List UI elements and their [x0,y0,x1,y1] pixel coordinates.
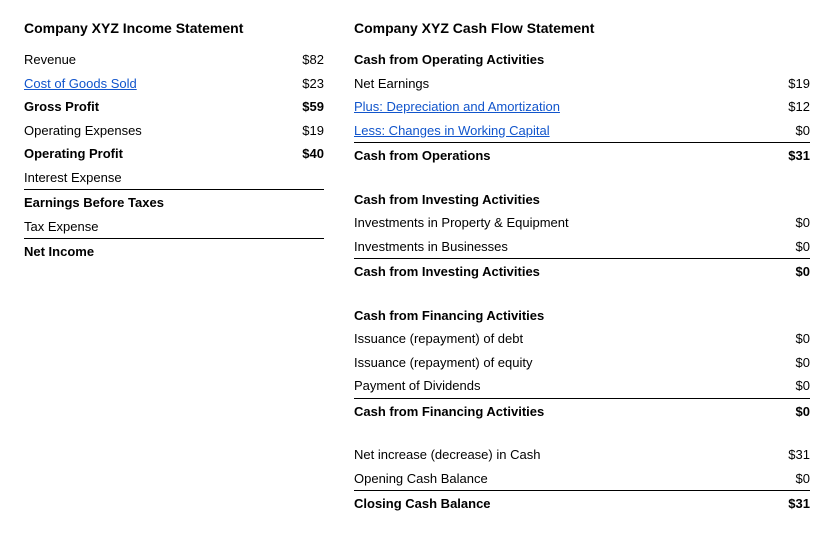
cashflow-row: Net increase (decrease) in Cash$31 [354,443,810,467]
cashflow-row: Less: Changes in Working Capital$0 [354,119,810,144]
cashflow-section: Cash from Financing ActivitiesIssuance (… [354,304,810,424]
cashflow-section: Cash from Investing ActivitiesInvestment… [354,188,810,284]
income-row: Tax Expense [24,215,324,240]
cashflow-row-label: Net Earnings [354,74,770,94]
income-row: Earnings Before Taxes [24,191,324,215]
income-row-label: Tax Expense [24,217,284,237]
cashflow-row: Cash from Financing Activities$0 [354,400,810,424]
income-row-value: $59 [284,97,324,117]
cashflow-row: Issuance (repayment) of equity$0 [354,351,810,375]
cashflow-row-label: Investments in Property & Equipment [354,213,770,233]
cashflow-row-label: Payment of Dividends [354,376,770,396]
cashflow-row: Issuance (repayment) of debt$0 [354,327,810,351]
cashflow-row-label: Cash from Investing Activities [354,262,770,282]
income-row-label: Cost of Goods Sold [24,74,284,94]
cashflow-row: Payment of Dividends$0 [354,374,810,399]
cashflow-row-value: $31 [770,494,810,514]
cashflow-section-heading: Cash from Investing Activities [354,188,810,212]
cashflow-row-label: Investments in Businesses [354,237,770,257]
cashflow-row-label: Cash from Operations [354,146,770,166]
cashflow-row-value: $0 [770,402,810,422]
cashflow-row: Cash from Operations$31 [354,144,810,168]
cashflow-row-value: $0 [770,262,810,282]
cashflow-section-heading: Cash from Operating Activities [354,48,810,72]
income-rows: Revenue$82Cost of Goods Sold$23Gross Pro… [24,48,324,264]
income-row-label: Interest Expense [24,168,284,188]
cashflow-row-value: $0 [770,329,810,349]
cashflow-row-value: $0 [770,121,810,141]
cashflow-row-value: $0 [770,469,810,489]
cashflow-row-label: Less: Changes in Working Capital [354,121,770,141]
cashflow-row-value: $31 [770,146,810,166]
cashflow-row: Opening Cash Balance$0 [354,467,810,492]
cashflow-section: Cash from Operating ActivitiesNet Earnin… [354,48,810,168]
income-row: Revenue$82 [24,48,324,72]
income-row: Net Income [24,240,324,264]
income-row-label: Operating Profit [24,144,284,164]
cashflow-title: Company XYZ Cash Flow Statement [354,20,810,36]
cashflow-row: Investments in Property & Equipment$0 [354,211,810,235]
cashflow-row-label: Plus: Depreciation and Amortization [354,97,770,117]
cashflow-row-label: Closing Cash Balance [354,494,770,514]
income-row-value: $19 [284,121,324,141]
income-row: Gross Profit$59 [24,95,324,119]
income-row-label: Net Income [24,242,284,262]
cashflow-row-value: $0 [770,376,810,396]
cashflow-row: Investments in Businesses$0 [354,235,810,260]
income-statement-panel: Company XYZ Income Statement Revenue$82C… [24,20,344,516]
income-row-label: Revenue [24,50,284,70]
cashflow-row-label: Cash from Financing Activities [354,402,770,422]
cashflow-section-heading: Cash from Financing Activities [354,304,810,328]
income-row-value: $23 [284,74,324,94]
cashflow-row-value: $0 [770,213,810,233]
cashflow-row: Net Earnings$19 [354,72,810,96]
income-row: Operating Profit$40 [24,142,324,166]
income-row: Operating Expenses$19 [24,119,324,143]
cashflow-sections: Cash from Operating ActivitiesNet Earnin… [354,48,810,516]
cashflow-row-label: Issuance (repayment) of debt [354,329,770,349]
cashflow-row-value: $31 [770,445,810,465]
income-row-value: $40 [284,144,324,164]
income-row: Cost of Goods Sold$23 [24,72,324,96]
cashflow-row-value: $19 [770,74,810,94]
cashflow-row-value: $12 [770,97,810,117]
income-row-value: $82 [284,50,324,70]
cashflow-row: Plus: Depreciation and Amortization$12 [354,95,810,119]
income-row-label: Gross Profit [24,97,284,117]
cashflow-row-value: $0 [770,353,810,373]
income-row: Interest Expense [24,166,324,191]
income-title: Company XYZ Income Statement [24,20,324,36]
cashflow-row: Closing Cash Balance$31 [354,492,810,516]
income-row-label: Operating Expenses [24,121,284,141]
cashflow-section: Net increase (decrease) in Cash$31Openin… [354,443,810,516]
cashflow-row-value: $0 [770,237,810,257]
cashflow-panel: Company XYZ Cash Flow Statement Cash fro… [344,20,810,516]
cashflow-row-label: Net increase (decrease) in Cash [354,445,770,465]
cashflow-row: Cash from Investing Activities$0 [354,260,810,284]
cashflow-row-label: Issuance (repayment) of equity [354,353,770,373]
income-row-label: Earnings Before Taxes [24,193,284,213]
cashflow-row-label: Opening Cash Balance [354,469,770,489]
